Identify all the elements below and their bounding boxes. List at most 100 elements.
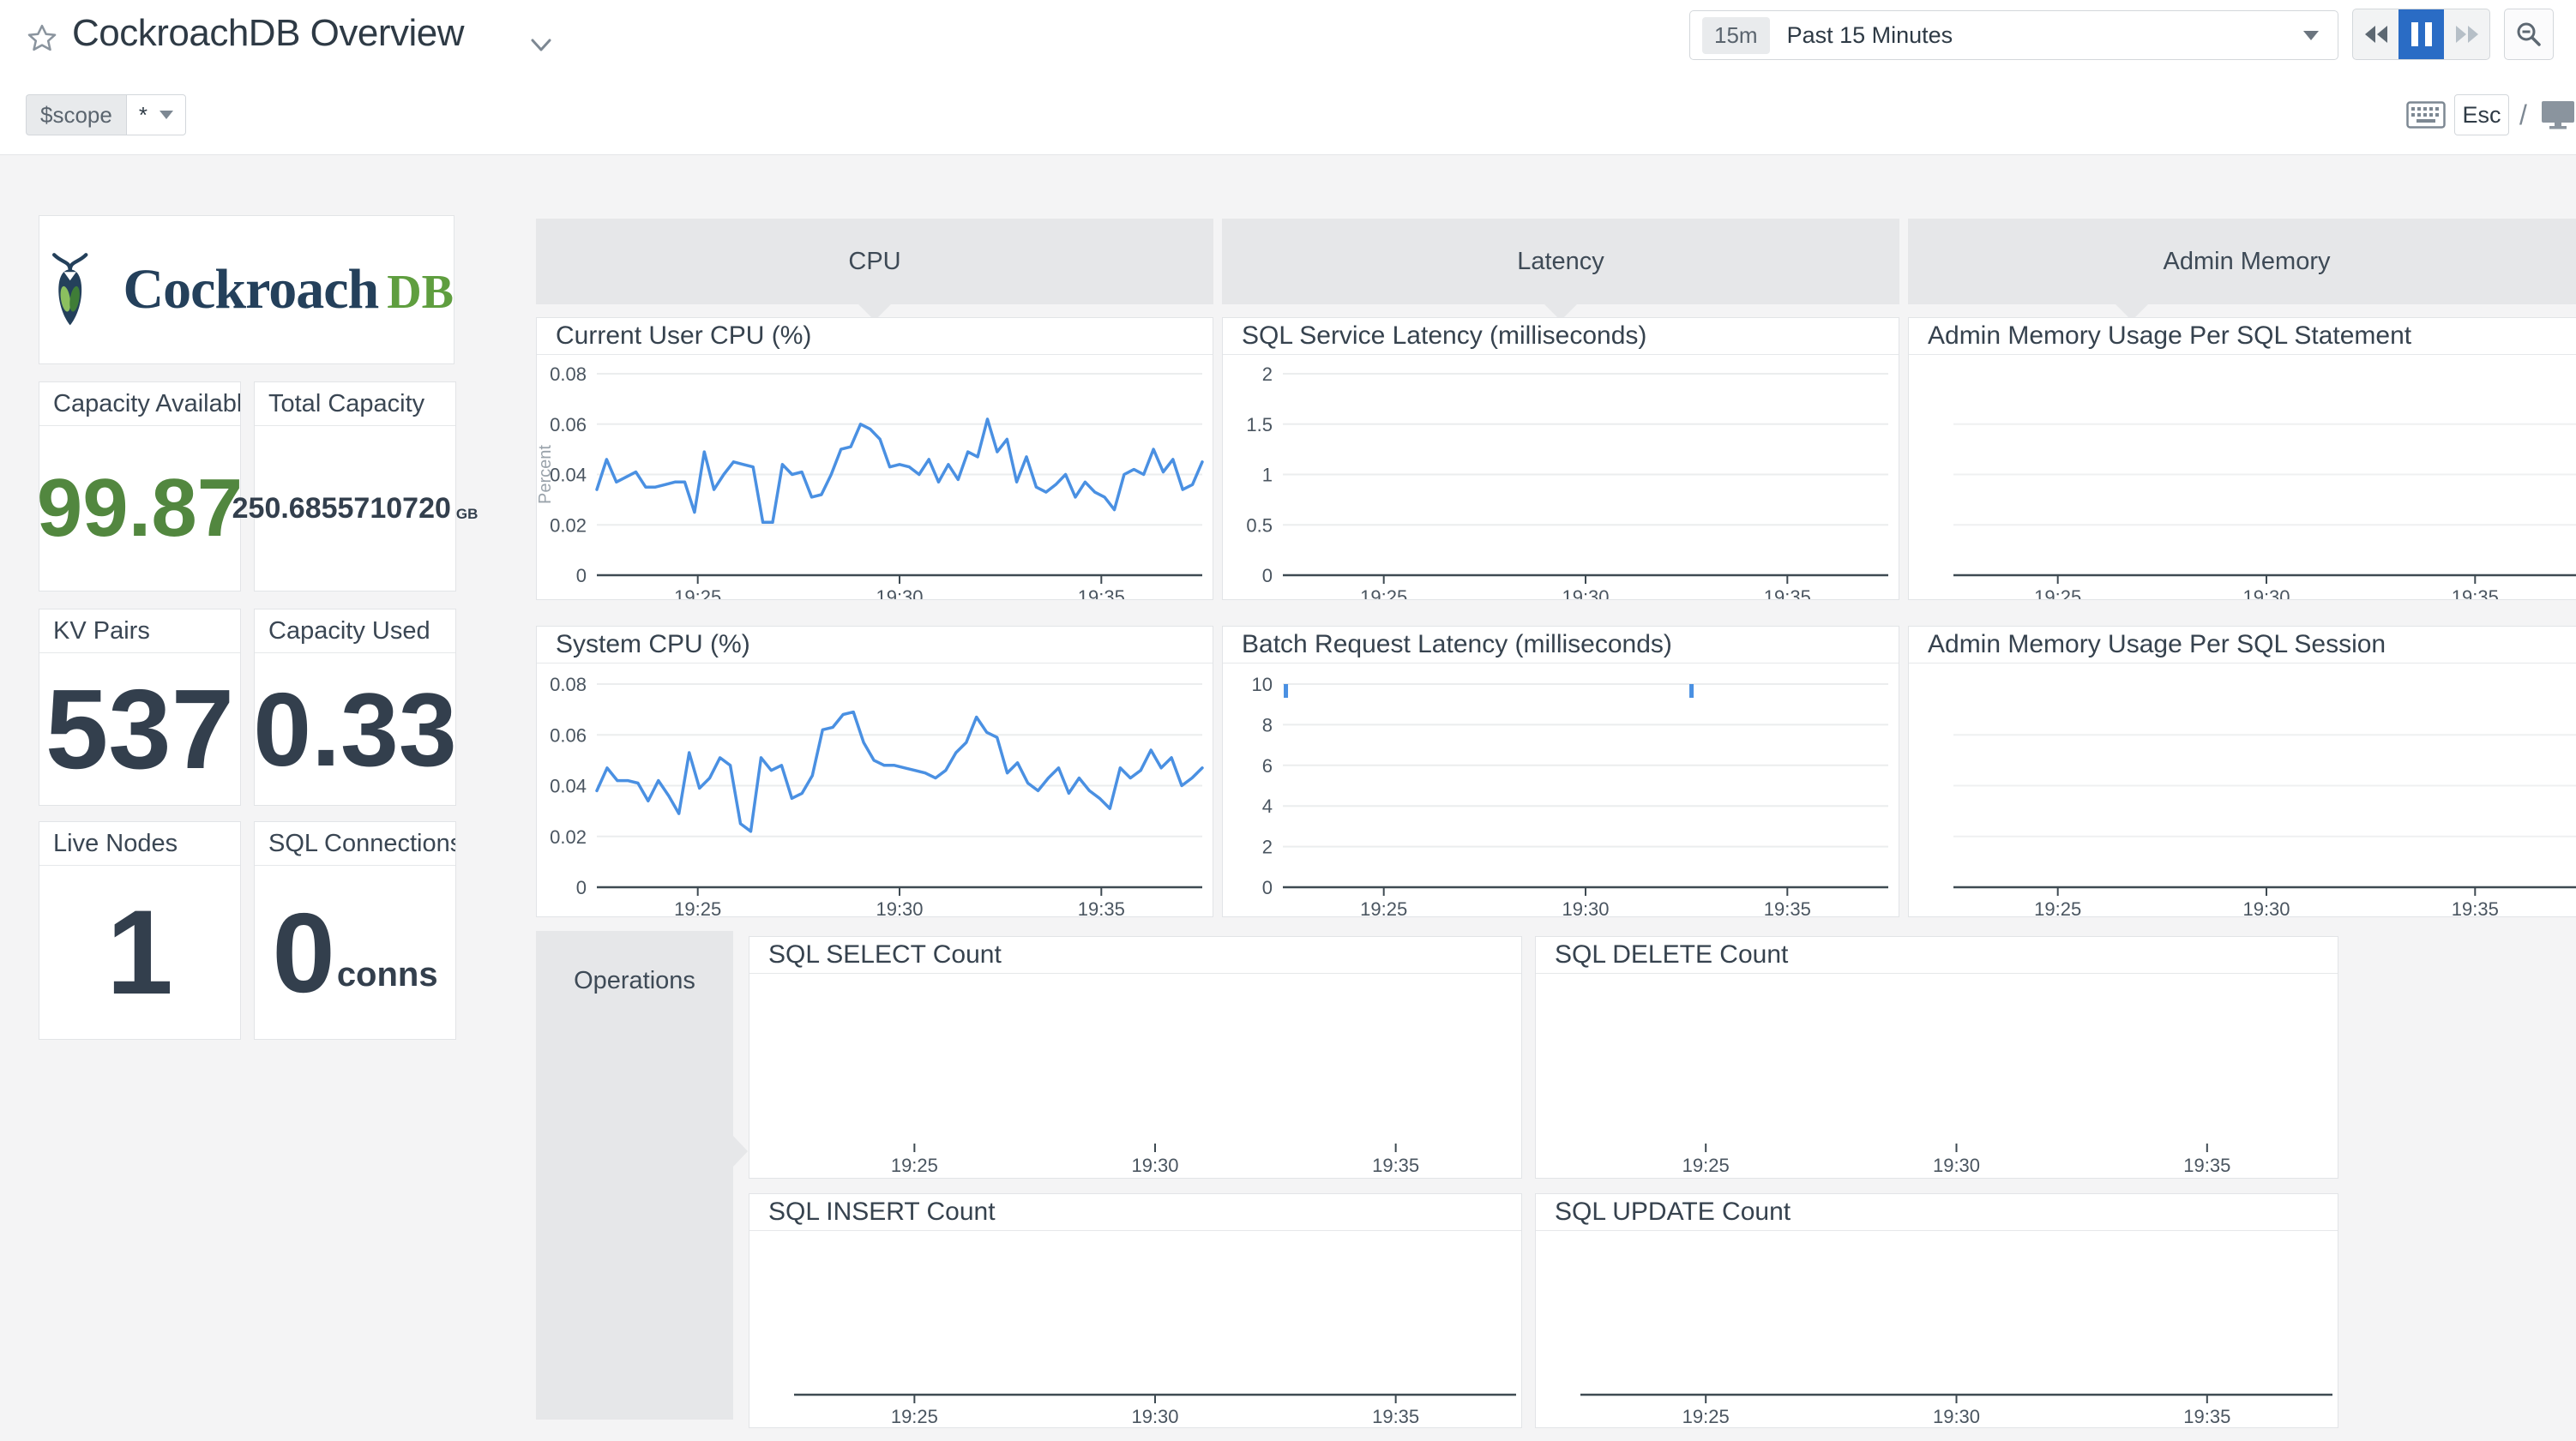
svg-text:0.02: 0.02: [550, 514, 587, 536]
metric-value: 1: [106, 883, 173, 1022]
cockroachdb-overview-dashboard: CockroachDB Overview 15m Past 15 Minutes: [0, 0, 2576, 1441]
metric-card-live-nodes[interactable]: Live Nodes 1: [39, 821, 241, 1040]
template-variable-scope[interactable]: $scope *: [26, 94, 186, 135]
group-header-operations[interactable]: Operations: [536, 931, 733, 1420]
svg-text:19:30: 19:30: [876, 586, 923, 599]
cockroach-bug-icon: [39, 239, 100, 340]
group-label: Admin Memory: [2164, 248, 2331, 276]
playback-controls: [2352, 9, 2490, 60]
chart-plot-sql-update-count[interactable]: 19:2519:3019:35: [1536, 1231, 2338, 1427]
chart-title: Admin Memory Usage Per SQL Session: [1909, 627, 2576, 663]
chart-title: SQL DELETE Count: [1536, 937, 2338, 974]
chart-plot-admin-memory-statement[interactable]: 19:25 19:30 19:35: [1909, 355, 2576, 599]
svg-text:19:30: 19:30: [876, 898, 923, 916]
chart-panel-admin-memory-statement: Admin Memory Usage Per SQL Statement 19:…: [1908, 317, 2576, 600]
pause-icon: [2411, 22, 2432, 46]
group-label: CPU: [848, 248, 900, 276]
svg-text:19:30: 19:30: [1933, 1406, 1980, 1427]
esc-button[interactable]: Esc: [2454, 94, 2509, 135]
metric-value: 537: [45, 664, 234, 794]
svg-text:19:25: 19:25: [2034, 586, 2081, 599]
magnifier-minus-icon: [2514, 20, 2543, 49]
chart-plot-sql-delete-count[interactable]: 19:2519:3019:35: [1536, 974, 2338, 1178]
svg-text:19:35: 19:35: [2452, 586, 2499, 599]
chart-panel-sql-delete-count: SQL DELETE Count 19:2519:3019:35: [1535, 936, 2338, 1179]
svg-text:19:35: 19:35: [1764, 898, 1811, 916]
svg-text:0.06: 0.06: [550, 414, 587, 435]
svg-text:0.02: 0.02: [550, 826, 587, 848]
forward-button[interactable]: [2444, 9, 2489, 59]
svg-text:2: 2: [1262, 837, 1273, 858]
svg-text:19:35: 19:35: [1078, 586, 1125, 599]
chart-title: SQL INSERT Count: [749, 1194, 1521, 1231]
chart-plot-sql-select-count[interactable]: 19:2519:3019:35: [749, 974, 1521, 1178]
group-header-cpu[interactable]: CPU: [536, 219, 1213, 304]
group-label: Operations: [574, 967, 695, 995]
chart-panel-sql-insert-count: SQL INSERT Count 19:2519:3019:35: [749, 1193, 1522, 1428]
fullscreen-monitor-icon[interactable]: [2540, 99, 2576, 130]
favorite-star-icon[interactable]: [26, 22, 58, 55]
chart-plot-sql-insert-count[interactable]: 19:2519:3019:35: [749, 1231, 1521, 1427]
keyboard-icon[interactable]: [2406, 101, 2446, 129]
svg-text:0: 0: [1262, 565, 1273, 586]
chart-panel-admin-memory-session: Admin Memory Usage Per SQL Session 19:25…: [1908, 626, 2576, 917]
svg-text:19:30: 19:30: [2242, 898, 2290, 916]
svg-text:1.5: 1.5: [1246, 414, 1273, 435]
svg-text:0.08: 0.08: [550, 674, 587, 695]
svg-text:19:35: 19:35: [1372, 1406, 1419, 1427]
metric-unit: GB: [456, 506, 478, 523]
cockroachdb-logo-card: CockroachDB: [39, 215, 454, 364]
metric-title: Capacity Used: [255, 609, 455, 653]
brand-word: Cockroach: [123, 258, 378, 321]
svg-text:19:25: 19:25: [891, 1155, 938, 1176]
svg-text:19:25: 19:25: [1360, 898, 1407, 916]
svg-text:19:35: 19:35: [2183, 1406, 2230, 1427]
group-header-latency[interactable]: Latency: [1222, 219, 1899, 304]
metric-card-capacity-available[interactable]: Capacity Available... 99.87: [39, 381, 241, 591]
metric-card-sql-connections[interactable]: SQL Connections 0conns: [254, 821, 456, 1040]
svg-text:0.04: 0.04: [550, 465, 587, 486]
zoom-out-button[interactable]: [2504, 9, 2554, 60]
scope-variable-name: $scope: [26, 94, 126, 135]
time-range-label: Past 15 Minutes: [1787, 22, 1953, 49]
svg-text:6: 6: [1262, 755, 1273, 777]
metric-value: 250.6855710720: [232, 492, 451, 525]
metric-title: KV Pairs: [39, 609, 240, 653]
svg-text:0.06: 0.06: [550, 724, 587, 746]
chart-title: System CPU (%): [537, 627, 1213, 663]
metric-card-total-capacity[interactable]: Total Capacity 250.6855710720GB: [254, 381, 456, 591]
chart-plot-batch-request-latency[interactable]: 024681019:2519:3019:35: [1223, 663, 1899, 916]
chart-panel-system-cpu: System CPU (%) 00.020.040.060.0819:2519:…: [536, 626, 1213, 917]
group-label: Latency: [1517, 248, 1604, 276]
time-range-picker[interactable]: 15m Past 15 Minutes: [1689, 10, 2338, 60]
pause-button[interactable]: [2398, 9, 2444, 59]
svg-text:0: 0: [576, 565, 587, 586]
slash-separator: /: [2519, 99, 2527, 131]
svg-text:19:25: 19:25: [891, 1406, 938, 1427]
metric-value: 99.87: [37, 461, 243, 555]
metric-card-capacity-used[interactable]: Capacity Used 0.33: [254, 609, 456, 806]
chart-panel-sql-service-latency: SQL Service Latency (milliseconds) 00.51…: [1222, 317, 1899, 600]
metric-title: Live Nodes: [39, 822, 240, 866]
rewind-button[interactable]: [2353, 9, 2398, 59]
metric-card-kv-pairs[interactable]: KV Pairs 537: [39, 609, 241, 806]
chart-plot-sql-service-latency[interactable]: 00.511.5219:2519:3019:35: [1223, 355, 1899, 599]
svg-text:19:35: 19:35: [2452, 898, 2499, 916]
svg-text:19:30: 19:30: [1131, 1155, 1178, 1176]
chart-plot-current-user-cpu[interactable]: 00.020.040.060.0819:2519:3019:35Percent: [537, 355, 1213, 599]
svg-text:19:25: 19:25: [1682, 1155, 1730, 1176]
time-range-badge: 15m: [1702, 17, 1770, 54]
title-chevron-down-icon[interactable]: [530, 38, 552, 53]
metric-unit: conns: [337, 956, 438, 994]
svg-text:1: 1: [1262, 465, 1273, 486]
chart-plot-system-cpu[interactable]: 00.020.040.060.0819:2519:3019:35: [537, 663, 1213, 916]
dashboard-header: CockroachDB Overview 15m Past 15 Minutes: [0, 0, 2576, 155]
group-header-admin-memory[interactable]: Admin Memory: [1908, 219, 2576, 304]
chart-plot-admin-memory-session[interactable]: 19:2519:3019:35: [1909, 663, 2576, 916]
svg-text:8: 8: [1262, 714, 1273, 736]
svg-text:19:30: 19:30: [2242, 586, 2290, 599]
svg-text:19:25: 19:25: [1360, 586, 1407, 599]
chart-title: SQL UPDATE Count: [1536, 1194, 2338, 1231]
metric-title: Capacity Available...: [39, 382, 240, 426]
page-title: CockroachDB Overview: [72, 12, 464, 55]
